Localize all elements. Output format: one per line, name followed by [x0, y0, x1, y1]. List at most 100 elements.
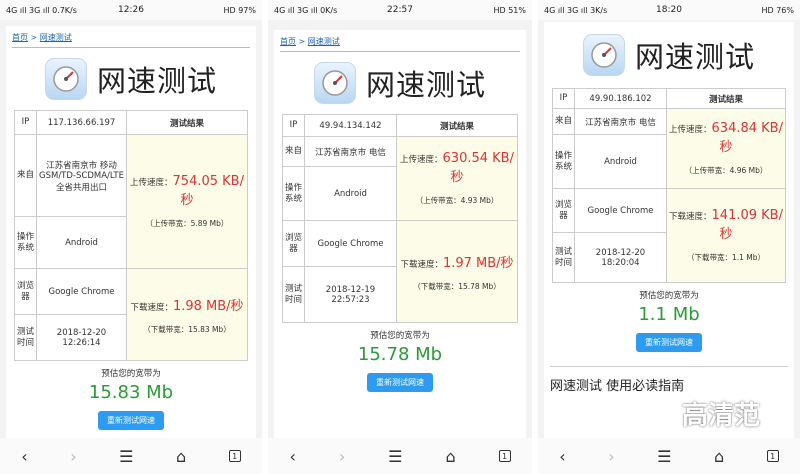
network-status: 4G ıll 3G ıll 3K/s [544, 5, 608, 15]
browser-label: 浏览器 [282, 220, 305, 267]
breadcrumb-home-link[interactable]: 首页 [280, 37, 296, 46]
tabs-icon[interactable]: 1 [498, 450, 511, 462]
result-header: 测试结果 [126, 110, 248, 135]
app-title: 网速测试 [634, 40, 755, 74]
download-speed: 1.97 MB/秒 [442, 255, 514, 271]
home-icon[interactable]: ⌂ [176, 447, 186, 466]
estimate-label: 预估您的宽带为 [370, 331, 430, 341]
result-header: 测试结果 [396, 114, 518, 137]
breadcrumb-sep: > [296, 37, 308, 46]
time-value: 2018-12-20 12:26:14 [36, 314, 127, 361]
download-label: 下载速度： [130, 302, 173, 313]
screen-2: 4G ıll 3G ıll 0K/s 22:57 HD 51% 首页 > 网速测… [268, 0, 532, 474]
upload-result: 上传速度：754.05 KB/秒 （上传带宽：5.89 Mb） [126, 134, 248, 269]
tabs-icon[interactable]: 1 [766, 450, 779, 462]
os-label: 操作系统 [14, 216, 37, 269]
test-date: 2018-12-20 [56, 327, 107, 338]
estimate-value: 1.1 Mb [638, 304, 700, 325]
ip-value: 49.94.134.142 [304, 114, 397, 137]
download-bw: 15.83 Mb） [188, 324, 231, 334]
forward-icon[interactable]: › [608, 447, 614, 466]
app-header: 网速测试 [6, 48, 256, 110]
time-label: 测试时间 [14, 314, 37, 361]
result-table: IP 49.94.134.142 测试结果 来自 江苏省南京市 电信 上传速度：630… [282, 114, 518, 323]
network-status: 4G ıll 3G ıll 0K/s [274, 5, 338, 15]
download-bw-label: （下载带宽： [143, 324, 189, 334]
download-bw-label: （下载带宽： [413, 281, 459, 291]
home-icon[interactable]: ⌂ [445, 447, 455, 466]
speedometer-icon [313, 62, 356, 104]
result-table: IP 117.136.66.197 测试结果 来自 江苏省南京市 移动GSM/TD-S… [14, 110, 248, 361]
test-time: 22:57:23 [331, 294, 370, 305]
app-header: 网速测试 [274, 52, 526, 114]
back-icon[interactable]: ‹ [21, 447, 27, 466]
browser-value: Google Chrome [574, 188, 667, 233]
speedometer-icon [44, 58, 87, 100]
upload-bw: 5.89 Mb） [190, 219, 229, 228]
os-value: Android [574, 134, 667, 189]
app-title: 网速测试 [96, 64, 217, 98]
upload-bw: 4.93 Mb） [460, 196, 499, 205]
breadcrumb-current-link[interactable]: 网速测试 [308, 37, 340, 46]
forward-icon[interactable]: › [339, 447, 345, 466]
retest-button[interactable]: 重新测试网速 [98, 411, 164, 430]
retest-button[interactable]: 重新测试网速 [367, 373, 433, 392]
estimate-label: 预估您的宽带为 [639, 291, 699, 301]
retest-button[interactable]: 重新测试网速 [636, 333, 702, 352]
download-speed: 1.98 MB/秒 [172, 298, 244, 314]
upload-bw-label: （上传带宽： [684, 166, 730, 175]
download-result: 下载速度：1.98 MB/秒 （下载带宽：15.83 Mb） [126, 268, 248, 361]
screen-1: 4G ıll 3G ıll 0.7K/s 12:26 HD 97% 首页 > 网… [0, 0, 262, 474]
download-bw-label: （下载带宽： [686, 253, 732, 262]
download-label: 下载速度： [669, 212, 712, 222]
breadcrumb: 首页 > 网速测试 [274, 30, 526, 51]
download-result: 下载速度：1.97 MB/秒 （下载带宽：15.78 Mb） [396, 220, 518, 323]
location-value: 江苏省南京市 电信 [574, 108, 667, 135]
breadcrumb-sep: > [28, 33, 40, 42]
location-value: 江苏省南京市 移动GSM/TD-SCDMA/LTE全省共用出口 [36, 134, 127, 217]
upload-bw: 4.96 Mb） [729, 166, 768, 175]
test-date: 2018-12-19 [325, 284, 376, 295]
browser-label: 浏览器 [552, 188, 575, 233]
os-value: Android [304, 166, 397, 221]
menu-icon[interactable]: ☰ [119, 447, 133, 466]
back-icon[interactable]: ‹ [559, 447, 565, 466]
tabs-icon[interactable]: 1 [228, 450, 241, 462]
location-value: 江苏省南京市 电信 [304, 136, 397, 167]
home-icon[interactable]: ⌂ [714, 447, 724, 466]
forward-icon[interactable]: › [70, 447, 76, 466]
ip-value: 49.90.186.102 [574, 88, 667, 109]
ip-label: IP [282, 114, 305, 137]
battery-status: HD 76% [761, 5, 795, 15]
breadcrumb-current-link[interactable]: 网速测试 [40, 33, 72, 42]
ip-value: 117.136.66.197 [36, 110, 127, 135]
battery-status: HD 97% [223, 5, 257, 15]
clock: 22:57 [387, 5, 413, 15]
browser-value: Google Chrome [304, 220, 397, 267]
status-bar: 4G ıll 3G ıll 0K/s 22:57 HD 51% [268, 0, 532, 20]
time-label: 测试时间 [282, 266, 305, 323]
upload-speed: 754.05 KB/秒 [172, 174, 244, 208]
clock: 12:26 [118, 5, 144, 15]
os-label: 操作系统 [282, 166, 305, 221]
network-status: 4G ıll 3G ıll 0.7K/s [6, 5, 77, 15]
ip-label: IP [552, 88, 575, 109]
ip-label: IP [14, 110, 37, 135]
watermark: 高清范 [681, 401, 760, 431]
page: 首页 > 网速测试 网速测试 IP 117.136.66.197 测试结果 来自 江苏… [6, 26, 256, 438]
result-table: IP 49.90.186.102 测试结果 来自 江苏省南京市 电信 上传速度：634… [552, 88, 786, 283]
back-icon[interactable]: ‹ [289, 447, 295, 466]
breadcrumb-home-link[interactable]: 首页 [12, 33, 28, 42]
time-label: 测试时间 [552, 232, 575, 283]
guide-heading: 网速测试 使用必读指南 [550, 366, 788, 394]
os-value: Android [36, 216, 127, 269]
status-bar: 4G ıll 3G ıll 3K/s 18:20 HD 76% [538, 0, 800, 20]
screen-3: 4G ıll 3G ıll 3K/s 18:20 HD 76% 网速测试 IP 4… [538, 0, 800, 474]
menu-icon[interactable]: ☰ [657, 447, 671, 466]
status-bar: 4G ıll 3G ıll 0.7K/s 12:26 HD 97% [0, 0, 262, 20]
upload-result: 上传速度：630.54 KB/秒 （上传带宽：4.93 Mb） [396, 136, 518, 221]
menu-icon[interactable]: ☰ [388, 447, 402, 466]
test-time: 12:26:14 [62, 337, 101, 348]
battery-status: HD 51% [493, 5, 527, 15]
estimate-label: 预估您的宽带为 [101, 369, 161, 379]
